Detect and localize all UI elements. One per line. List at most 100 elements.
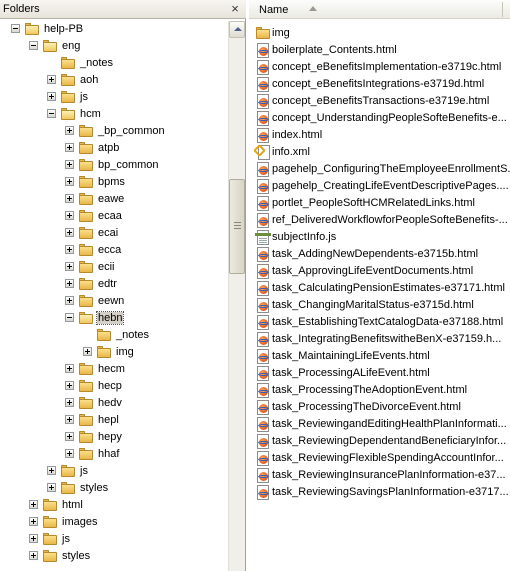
tree-item[interactable]: hedv bbox=[0, 395, 228, 412]
file-row[interactable]: pagehelp_ConfiguringTheEmployeeEnrollmen… bbox=[249, 161, 510, 178]
html-file-icon bbox=[255, 315, 271, 330]
expand-plus-icon[interactable] bbox=[65, 296, 74, 305]
file-row[interactable]: task_EstablishingTextCatalogData-e37188.… bbox=[249, 314, 510, 331]
file-row[interactable]: task_ReviewingFlexibleSpendingAccountInf… bbox=[249, 450, 510, 467]
file-row[interactable]: task_ReviewingandEditingHealthPlanInform… bbox=[249, 416, 510, 433]
expand-plus-icon[interactable] bbox=[65, 245, 74, 254]
tree-item[interactable]: hcm bbox=[0, 106, 228, 123]
expand-plus-icon[interactable] bbox=[65, 177, 74, 186]
expand-plus-icon[interactable] bbox=[47, 466, 56, 475]
expand-plus-icon[interactable] bbox=[65, 415, 74, 424]
expand-plus-icon[interactable] bbox=[65, 381, 74, 390]
folder-tree-scrollbar[interactable] bbox=[228, 21, 245, 571]
expand-plus-icon[interactable] bbox=[29, 534, 38, 543]
column-divider[interactable] bbox=[502, 2, 503, 17]
expand-plus-icon[interactable] bbox=[65, 432, 74, 441]
scroll-thumb[interactable] bbox=[229, 179, 245, 274]
file-row[interactable]: task_CalculatingPensionEstimates-e37171.… bbox=[249, 280, 510, 297]
expand-plus-icon[interactable] bbox=[47, 75, 56, 84]
file-name: concept_eBenefitsImplementation-e3719c.h… bbox=[272, 61, 502, 73]
tree-item[interactable]: bp_common bbox=[0, 157, 228, 174]
tree-item[interactable]: ecaa bbox=[0, 208, 228, 225]
tree-item[interactable]: eewn bbox=[0, 293, 228, 310]
tree-item[interactable]: hecp bbox=[0, 378, 228, 395]
tree-item[interactable]: hecm bbox=[0, 361, 228, 378]
tree-item[interactable]: js bbox=[0, 89, 228, 106]
tree-item[interactable]: html bbox=[0, 497, 228, 514]
expand-plus-icon[interactable] bbox=[47, 483, 56, 492]
tree-item[interactable]: _notes bbox=[0, 327, 228, 344]
tree-item[interactable]: js bbox=[0, 463, 228, 480]
tree-item[interactable]: eng bbox=[0, 38, 228, 55]
file-row[interactable]: index.html bbox=[249, 127, 510, 144]
expand-plus-icon[interactable] bbox=[65, 143, 74, 152]
file-row[interactable]: task_ReviewingInsurancePlanInformation-e… bbox=[249, 467, 510, 484]
scroll-up-button[interactable] bbox=[229, 21, 245, 38]
tree-item[interactable]: styles bbox=[0, 480, 228, 497]
tree-item[interactable]: hebn bbox=[0, 310, 228, 327]
expand-plus-icon[interactable] bbox=[65, 194, 74, 203]
expand-plus-icon[interactable] bbox=[65, 126, 74, 135]
file-row[interactable]: img bbox=[249, 25, 510, 42]
tree-item[interactable]: hepy bbox=[0, 429, 228, 446]
html-file-icon bbox=[255, 94, 271, 109]
file-row[interactable]: task_AddingNewDependents-e3715b.html bbox=[249, 246, 510, 263]
expand-plus-icon[interactable] bbox=[65, 449, 74, 458]
file-row[interactable]: portlet_PeopleSoftHCMRelatedLinks.html bbox=[249, 195, 510, 212]
file-row[interactable]: task_IntegratingBenefitswitheBenX-e37159… bbox=[249, 331, 510, 348]
tree-item[interactable]: edtr bbox=[0, 276, 228, 293]
expand-plus-icon[interactable] bbox=[29, 551, 38, 560]
file-row[interactable]: task_ReviewingDependentandBeneficiaryInf… bbox=[249, 433, 510, 450]
expand-plus-icon[interactable] bbox=[29, 500, 38, 509]
expand-plus-icon[interactable] bbox=[65, 279, 74, 288]
name-column-header[interactable]: Name bbox=[249, 0, 510, 19]
tree-item[interactable]: styles bbox=[0, 548, 228, 565]
tree-item[interactable]: atpb bbox=[0, 140, 228, 157]
tree-item[interactable]: ecai bbox=[0, 225, 228, 242]
tree-item[interactable]: hepl bbox=[0, 412, 228, 429]
tree-item[interactable]: _notes bbox=[0, 55, 228, 72]
expand-plus-icon[interactable] bbox=[65, 398, 74, 407]
expand-plus-icon[interactable] bbox=[65, 228, 74, 237]
expand-plus-icon[interactable] bbox=[83, 347, 92, 356]
file-row[interactable]: concept_UnderstandingPeopleSofteBenefits… bbox=[249, 110, 510, 127]
collapse-minus-icon[interactable] bbox=[65, 313, 74, 322]
file-row[interactable]: task_ProcessingALifeEvent.html bbox=[249, 365, 510, 382]
file-row[interactable]: task_ApprovingLifeEventDocuments.html bbox=[249, 263, 510, 280]
file-row[interactable]: task_ReviewingSavingsPlanInformation-e37… bbox=[249, 484, 510, 501]
expand-plus-icon[interactable] bbox=[65, 364, 74, 373]
file-row[interactable]: task_MaintainingLifeEvents.html bbox=[249, 348, 510, 365]
tree-item[interactable]: js bbox=[0, 531, 228, 548]
file-name: task_AddingNewDependents-e3715b.html bbox=[272, 248, 479, 260]
file-row[interactable]: subjectInfo.js bbox=[249, 229, 510, 246]
tree-item[interactable]: aoh bbox=[0, 72, 228, 89]
collapse-minus-icon[interactable] bbox=[29, 41, 38, 50]
collapse-minus-icon[interactable] bbox=[11, 24, 20, 33]
expand-plus-icon[interactable] bbox=[65, 211, 74, 220]
file-row[interactable]: concept_eBenefitsTransactions-e3719e.htm… bbox=[249, 93, 510, 110]
tree-item[interactable]: eawe bbox=[0, 191, 228, 208]
tree-item[interactable]: bpms bbox=[0, 174, 228, 191]
expand-plus-icon[interactable] bbox=[47, 92, 56, 101]
file-row[interactable]: task_ProcessingTheDivorceEvent.html bbox=[249, 399, 510, 416]
file-row[interactable]: task_ProcessingTheAdoptionEvent.html bbox=[249, 382, 510, 399]
tree-item[interactable]: images bbox=[0, 514, 228, 531]
file-row[interactable]: ref_DeliveredWorkflowforPeopleSofteBenef… bbox=[249, 212, 510, 229]
file-row[interactable]: task_ChangingMaritalStatus-e3715d.html bbox=[249, 297, 510, 314]
collapse-minus-icon[interactable] bbox=[47, 109, 56, 118]
file-row[interactable]: boilerplate_Contents.html bbox=[249, 42, 510, 59]
tree-item[interactable]: ecii bbox=[0, 259, 228, 276]
close-icon[interactable]: × bbox=[228, 2, 242, 16]
tree-item[interactable]: _bp_common bbox=[0, 123, 228, 140]
tree-item[interactable]: img bbox=[0, 344, 228, 361]
expand-plus-icon[interactable] bbox=[65, 262, 74, 271]
expand-plus-icon[interactable] bbox=[65, 160, 74, 169]
file-row[interactable]: concept_eBenefitsImplementation-e3719c.h… bbox=[249, 59, 510, 76]
tree-item[interactable]: hhaf bbox=[0, 446, 228, 463]
file-row[interactable]: info.xml bbox=[249, 144, 510, 161]
expand-plus-icon[interactable] bbox=[29, 517, 38, 526]
file-row[interactable]: concept_eBenefitsIntegrations-e3719d.htm… bbox=[249, 76, 510, 93]
tree-item[interactable]: ecca bbox=[0, 242, 228, 259]
file-row[interactable]: pagehelp_CreatingLifeEventDescriptivePag… bbox=[249, 178, 510, 195]
tree-item[interactable]: help-PB bbox=[0, 21, 228, 38]
